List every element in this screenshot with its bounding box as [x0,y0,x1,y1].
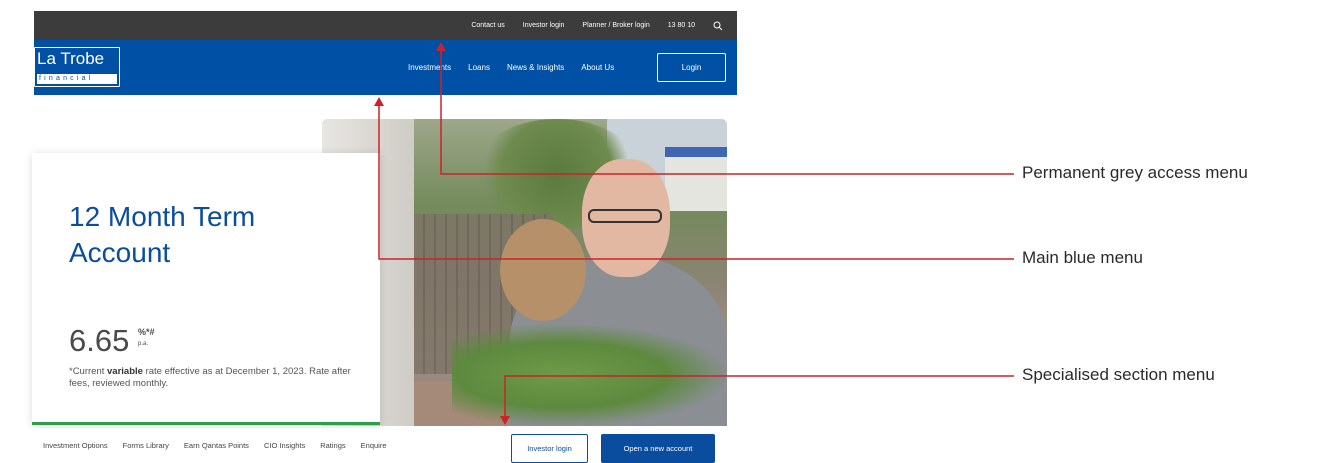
section-menu-pointer [504,375,1014,416]
callout-section-menu: Specialised section menu [1022,365,1215,384]
annotated-screenshot: Contact us Investor login Planner / Brok… [0,0,1344,463]
annotation-lines [374,42,1014,425]
blue-menu-arrowhead [374,97,384,106]
grey-menu-arrowhead [436,42,446,51]
callout-blue-menu: Main blue menu [1022,248,1143,267]
callout-grey-menu: Permanent grey access menu [1022,163,1248,182]
blue-menu-pointer [378,105,1014,260]
grey-menu-pointer [440,50,1014,175]
section-menu-arrowhead [500,416,510,425]
